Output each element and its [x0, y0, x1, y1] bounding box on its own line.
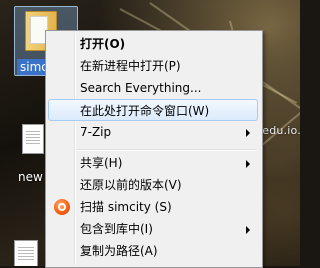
menu-item-label: 在此处打开命令窗口(W) [80, 104, 210, 118]
submenu-arrow-icon [246, 160, 250, 168]
scan-icon [54, 199, 70, 215]
menu-item-copy-as-path[interactable]: 复制为路径(A) [48, 240, 258, 262]
menu-item-share[interactable]: 共享(H) [48, 152, 258, 174]
menu-item-include-in-library[interactable]: 包含到库中(I) [48, 218, 258, 240]
menu-item-open-command-window[interactable]: 在此处打开命令窗口(W) [48, 99, 258, 121]
document-icon[interactable] [14, 240, 38, 266]
menu-item-label: 在新进程中打开(P) [80, 59, 181, 73]
menu-item-scan[interactable]: 扫描 simcity (S) [48, 196, 258, 218]
menu-item-label: 7-Zip [80, 125, 112, 139]
context-menu: 打开(O) 在新进程中打开(P) Search Everything... 在此… [45, 30, 263, 268]
document-icon[interactable] [22, 124, 44, 154]
menu-item-open[interactable]: 打开(O) [48, 33, 258, 55]
menu-item-label: 打开(O) [80, 37, 126, 51]
menu-item-label: 包含到库中(I) [80, 222, 153, 236]
menu-item-label: 还原以前的版本(V) [80, 178, 182, 192]
menu-item-label: Search Everything... [80, 81, 202, 95]
menu-item-restore-previous-versions[interactable]: 还原以前的版本(V) [48, 174, 258, 196]
menu-item-7zip[interactable]: 7-Zip [48, 121, 258, 143]
menu-item-label: 复制为路径(A) [80, 244, 158, 258]
menu-item-label: 共享(H) [80, 156, 123, 170]
submenu-arrow-icon [246, 129, 250, 137]
menu-item-search-everything[interactable]: Search Everything... [48, 77, 258, 99]
menu-separator [77, 149, 257, 151]
menu-item-open-new-process[interactable]: 在新进程中打开(P) [48, 55, 258, 77]
submenu-arrow-icon [246, 226, 250, 234]
menu-item-label: 扫描 simcity (S) [80, 200, 172, 214]
file-label[interactable]: new [18, 170, 43, 184]
